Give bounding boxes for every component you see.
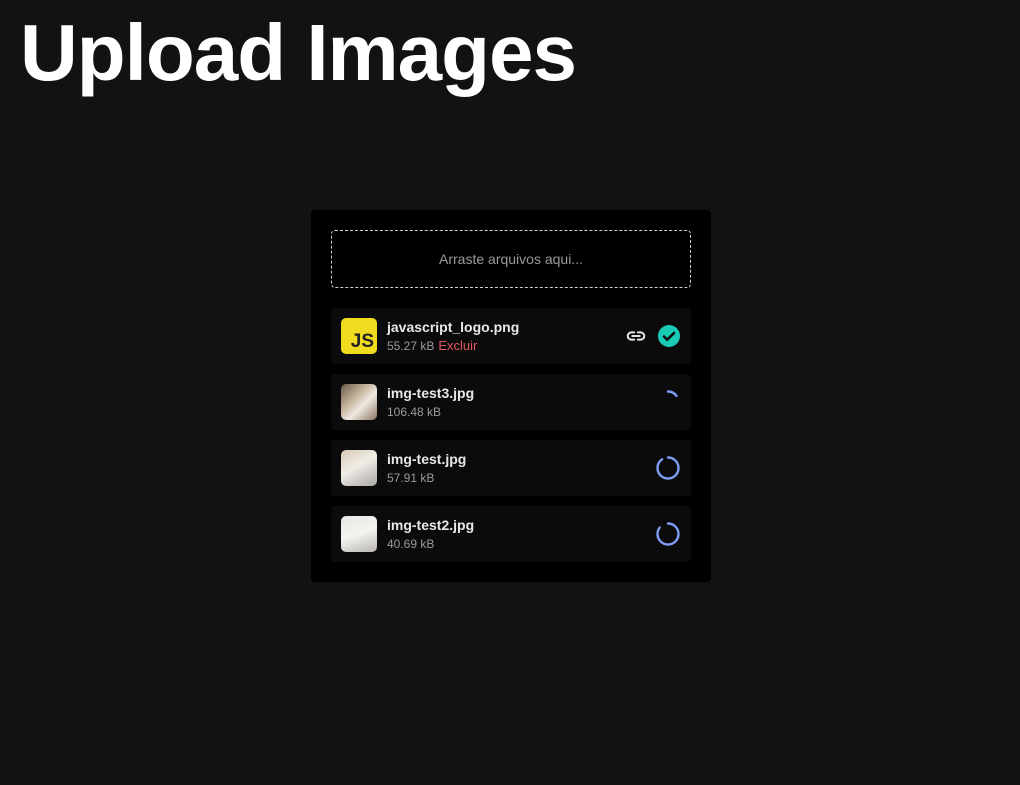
file-info: img-test.jpg 57.91 kB	[387, 450, 466, 486]
link-icon[interactable]	[625, 325, 647, 347]
progress-ring-icon	[655, 521, 681, 547]
file-name: img-test3.jpg	[387, 385, 475, 401]
check-circle-icon	[657, 324, 681, 348]
file-item: img-test3.jpg 106.48 kB	[331, 374, 691, 430]
file-actions	[655, 440, 681, 496]
file-name: img-test.jpg	[387, 451, 467, 467]
file-info: javascript_logo.png 55.27 kB Excluir	[387, 318, 519, 354]
delete-link[interactable]: Excluir	[438, 338, 477, 353]
file-actions	[625, 308, 681, 364]
file-name: javascript_logo.png	[387, 319, 520, 335]
upload-panel: Arraste arquivos aqui... JS javascript_l…	[311, 210, 711, 582]
file-actions	[655, 374, 681, 430]
progress-ring-icon	[655, 389, 681, 415]
file-size: 57.91 kB	[387, 471, 435, 485]
file-thumbnail	[341, 516, 377, 552]
file-meta: 106.48 kB	[387, 404, 474, 420]
progress-arc	[656, 522, 680, 546]
file-size: 55.27 kB	[387, 339, 435, 353]
file-meta: 55.27 kB Excluir	[387, 338, 519, 354]
file-size: 40.69 kB	[387, 537, 435, 551]
file-thumbnail: JS	[341, 318, 377, 354]
progress-arc	[656, 390, 680, 414]
file-meta: 57.91 kB	[387, 470, 466, 486]
progress-ring-icon	[655, 455, 681, 481]
page-title: Upload Images	[20, 8, 577, 97]
js-logo-text: JS	[350, 331, 374, 352]
file-item: JS javascript_logo.png 55.27 kB Excluir	[331, 308, 691, 364]
progress-arc	[656, 456, 680, 480]
file-item: img-test2.jpg 40.69 kB	[331, 506, 691, 562]
file-thumbnail	[341, 450, 377, 486]
file-item: img-test.jpg 57.91 kB	[331, 440, 691, 496]
file-actions	[655, 506, 681, 562]
file-list: JS javascript_logo.png 55.27 kBExcluir	[331, 308, 691, 562]
file-thumbnail	[341, 384, 377, 420]
file-info: img-test3.jpg 106.48 kB	[387, 384, 474, 420]
file-name: img-test2.jpg	[387, 517, 475, 533]
file-size: 106.48 kB	[387, 405, 442, 419]
file-info: img-test2.jpg 40.69 kB	[387, 516, 474, 552]
dropzone[interactable]: Arraste arquivos aqui...	[331, 230, 691, 288]
dropzone-label: Arraste arquivos aqui...	[439, 251, 583, 267]
file-meta: 40.69 kB	[387, 536, 474, 552]
